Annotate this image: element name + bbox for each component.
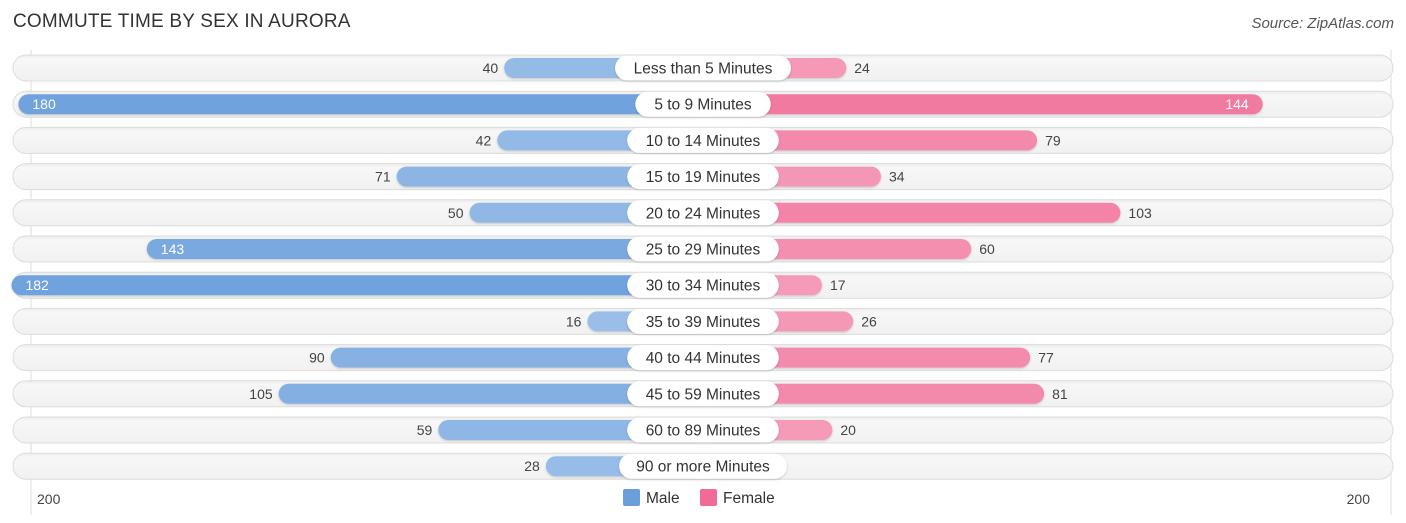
category-label: 35 to 39 Minutes — [646, 314, 761, 331]
category-row: 40 24 Less than 5 Minutes — [12, 54, 1394, 82]
value-label-male: 50 — [448, 205, 464, 221]
legend: Male Female — [623, 489, 775, 507]
category-row: 50 103 20 to 24 Minutes — [12, 199, 1394, 227]
bar-male — [18, 94, 703, 115]
value-label-female: 20 — [840, 422, 856, 438]
legend-label-female: Female — [723, 490, 775, 507]
category-row: 16 26 35 to 39 Minutes — [12, 307, 1394, 335]
value-label-male: 59 — [417, 422, 433, 438]
value-label-male: 180 — [32, 96, 56, 112]
value-label-male: 16 — [566, 313, 582, 329]
value-label-female: 34 — [889, 169, 905, 185]
bar-male — [11, 275, 703, 296]
value-label-male: 42 — [476, 132, 492, 148]
category-label: 10 to 14 Minutes — [646, 133, 761, 150]
value-label-male: 40 — [483, 60, 499, 76]
value-label-male: 182 — [25, 277, 49, 293]
category-row: 180 144 5 to 9 Minutes — [12, 90, 1394, 118]
category-label: 30 to 34 Minutes — [646, 278, 761, 295]
category-label: Less than 5 Minutes — [634, 61, 773, 78]
category-row: 71 34 15 to 19 Minutes — [12, 163, 1394, 191]
value-label-female: 60 — [979, 241, 995, 257]
category-label: 15 to 19 Minutes — [646, 169, 761, 186]
category-row: 42 79 10 to 14 Minutes — [12, 126, 1394, 154]
axis-label-right: 200 — [1347, 491, 1371, 507]
category-row: 182 17 30 to 34 Minutes — [11, 271, 1394, 299]
category-row: 28090 or more Minutes — [12, 452, 1394, 480]
value-label-female: 77 — [1038, 350, 1054, 366]
category-row: 90 77 40 to 44 Minutes — [12, 344, 1394, 372]
legend-swatch-female — [700, 489, 717, 506]
category-row: 59 20 60 to 89 Minutes — [12, 416, 1394, 444]
value-label-female: 24 — [854, 60, 870, 76]
bar-female — [703, 94, 1263, 115]
category-label: 45 to 59 Minutes — [646, 386, 761, 403]
category-label: 5 to 9 Minutes — [654, 97, 752, 114]
value-label-male: 105 — [249, 386, 273, 402]
value-label-male: 143 — [161, 241, 185, 257]
chart-svg: 40 24 Less than 5 Minutes 180 144 5 to 9 Minu… — [11, 50, 1394, 515]
value-label-female: 103 — [1128, 205, 1152, 221]
category-label: 90 or more Minutes — [636, 459, 770, 476]
category-label: 20 to 24 Minutes — [646, 205, 761, 222]
axis-label-left: 200 — [37, 491, 61, 507]
category-label: 25 to 29 Minutes — [646, 242, 761, 259]
value-label-female: 79 — [1045, 132, 1061, 148]
legend-swatch-male — [623, 489, 640, 506]
value-label-male: 28 — [524, 458, 540, 474]
category-row: 105 81 45 to 59 Minutes — [12, 380, 1394, 408]
legend-label-male: Male — [646, 490, 680, 507]
bar-male — [146, 239, 704, 259]
category-label: 60 to 89 Minutes — [646, 423, 761, 440]
category-row: 143 60 25 to 29 Minutes — [12, 235, 1394, 263]
value-label-male: 90 — [309, 350, 325, 366]
value-label-female: 81 — [1052, 386, 1068, 402]
value-label-female: 144 — [1225, 96, 1249, 112]
value-label-female: 17 — [830, 277, 846, 293]
category-label: 40 to 44 Minutes — [646, 350, 761, 367]
value-label-female: 26 — [861, 313, 877, 329]
value-label-male: 71 — [375, 169, 391, 185]
